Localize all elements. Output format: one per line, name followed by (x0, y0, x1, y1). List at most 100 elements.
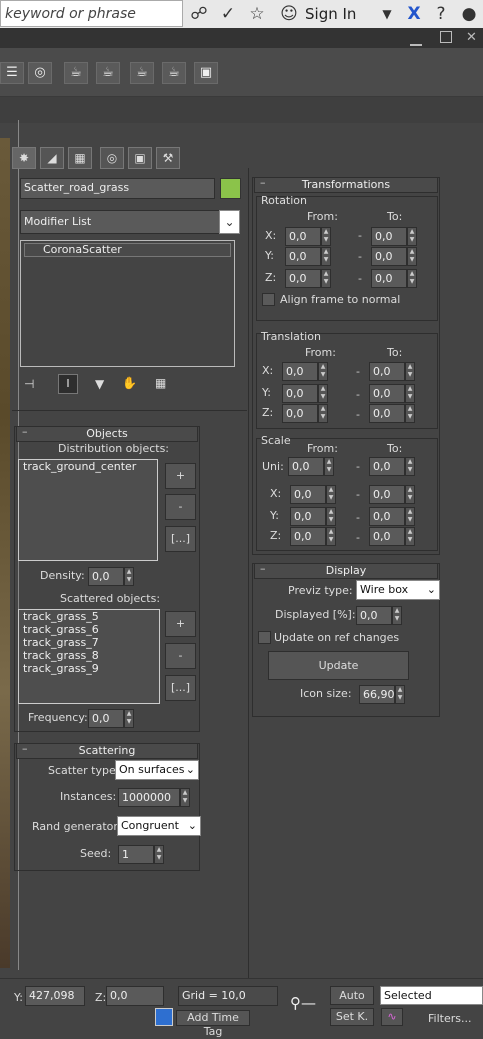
spinner-arrows-icon[interactable]: ▲ ▼ (407, 269, 417, 288)
spinner-arrows-icon[interactable]: ▲ ▼ (321, 227, 331, 246)
spinner-arrows-icon[interactable]: ▲ ▼ (154, 845, 164, 864)
spinner-arrows-icon[interactable]: ▲ ▼ (405, 362, 415, 381)
layer-manager-icon[interactable]: ☰ (0, 62, 24, 84)
minimize-icon[interactable] (410, 32, 422, 46)
schematic-icon[interactable]: ◎ (28, 62, 52, 84)
list-item[interactable]: track_grass_7 (19, 636, 159, 649)
key-icon[interactable]: ⚲— (290, 994, 316, 1012)
spinner-arrows-icon[interactable]: ▲ ▼ (318, 384, 328, 403)
rand-generator-dropdown[interactable]: Congruent ⌄ (117, 816, 201, 836)
rotation-z-from[interactable]: 0,0 ▲ ▼ (285, 269, 331, 288)
chevron-down-icon[interactable]: ⌄ (219, 210, 240, 234)
scattered-list[interactable]: track_grass_5 track_grass_6 track_grass_… (18, 609, 160, 704)
scale-uni-to-value[interactable]: 0,0 (369, 457, 405, 476)
list-item[interactable]: track_grass_6 (19, 623, 159, 636)
spinner-arrows-icon[interactable]: ▲ ▼ (405, 485, 415, 504)
scale-y-from-value[interactable]: 0,0 (290, 507, 326, 526)
translation-y-to[interactable]: 0,0 ▲ ▼ (369, 384, 415, 403)
auto-key-button[interactable]: Auto (330, 986, 374, 1005)
add-scattered-button[interactable]: + (165, 611, 196, 637)
spinner-arrows-icon[interactable]: ▲ ▼ (405, 507, 415, 526)
more-icon[interactable]: ● (458, 3, 480, 25)
rotation-x-from[interactable]: 0,0 ▲ ▼ (285, 227, 331, 246)
frequency-value[interactable]: 0,0 (88, 709, 124, 728)
create-tab-icon[interactable]: ✸ (12, 147, 36, 169)
help-icon[interactable]: ? (430, 3, 452, 25)
spinner-arrows-icon[interactable]: ▲ ▼ (405, 404, 415, 423)
rotation-x-from-value[interactable]: 0,0 (285, 227, 321, 246)
render-window-icon[interactable]: ▣ (194, 62, 218, 84)
display-tab-icon[interactable]: ▣ (128, 147, 152, 169)
spinner-arrows-icon[interactable]: ▲ ▼ (326, 485, 336, 504)
spinner-arrows-icon[interactable]: ▲ ▼ (407, 247, 417, 266)
display-rollout-title[interactable]: – Display (254, 562, 438, 579)
rotation-z-to-value[interactable]: 0,0 (371, 269, 407, 288)
update-on-ref-checkbox[interactable] (258, 631, 271, 644)
modify-tab-icon[interactable]: ◢ (40, 147, 64, 169)
remove-modifier-icon[interactable]: ✋ (122, 376, 137, 390)
remove-scattered-button[interactable]: - (165, 643, 196, 669)
render-production-icon[interactable]: ☕ (162, 62, 186, 84)
update-button[interactable]: Update (268, 651, 409, 680)
spinner-arrows-icon[interactable]: ▲ ▼ (324, 457, 334, 476)
spinner-arrows-icon[interactable]: ▲ ▼ (318, 362, 328, 381)
exchange-icon[interactable]: X (403, 3, 425, 25)
rotation-y-to[interactable]: 0,0 ▲ ▼ (371, 247, 417, 266)
spinner-arrows-icon[interactable]: ▲ ▼ (405, 384, 415, 403)
spinner-arrows-icon[interactable]: ▲ ▼ (326, 527, 336, 546)
more-scattered-button[interactable]: [...] (165, 675, 196, 701)
translation-y-from-value[interactable]: 0,0 (282, 384, 318, 403)
spinner-arrows-icon[interactable]: ▲ ▼ (407, 227, 417, 246)
stack-item[interactable]: CoronaScatter (24, 243, 231, 257)
show-end-result-icon[interactable]: I (58, 374, 78, 394)
scale-uni-to[interactable]: 0,0 ▲ ▼ (369, 457, 415, 476)
objects-rollout-title[interactable]: – Objects (16, 425, 198, 442)
translation-y-from[interactable]: 0,0 ▲ ▼ (282, 384, 328, 403)
scale-uni-from-value[interactable]: 0,0 (288, 457, 324, 476)
close-icon[interactable]: ✕ (466, 30, 477, 45)
scale-z-to[interactable]: 0,0 ▲ ▼ (369, 527, 415, 546)
rotation-z-from-value[interactable]: 0,0 (285, 269, 321, 288)
displayed-percent-spinner[interactable]: 0,0 ▲ ▼ (356, 606, 402, 625)
density-spinner[interactable]: 0,0 ▲ ▼ (88, 567, 134, 586)
scale-x-from[interactable]: 0,0 ▲ ▼ (290, 485, 336, 504)
translation-y-to-value[interactable]: 0,0 (369, 384, 405, 403)
more-distribution-button[interactable]: [...] (165, 526, 196, 552)
spinner-arrows-icon[interactable]: ▲ ▼ (326, 507, 336, 526)
transformations-rollout-title[interactable]: – Transformations (254, 176, 438, 193)
translation-z-from[interactable]: 0,0 ▲ ▼ (282, 404, 328, 423)
list-item[interactable]: track_grass_9 (19, 662, 159, 675)
motion-tab-icon[interactable]: ◎ (100, 147, 124, 169)
rotation-x-to[interactable]: 0,0 ▲ ▼ (371, 227, 417, 246)
scale-z-to-value[interactable]: 0,0 (369, 527, 405, 546)
displayed-percent-value[interactable]: 0,0 (356, 606, 392, 625)
time-tag-icon[interactable] (155, 1008, 173, 1026)
spinner-arrows-icon[interactable]: ▲ ▼ (392, 606, 402, 625)
density-value[interactable]: 0,0 (88, 567, 124, 586)
list-item[interactable]: track_grass_5 (19, 610, 159, 623)
translation-x-to[interactable]: 0,0 ▲ ▼ (369, 362, 415, 381)
rotation-y-from-value[interactable]: 0,0 (285, 247, 321, 266)
translation-x-to-value[interactable]: 0,0 (369, 362, 405, 381)
translation-x-from-value[interactable]: 0,0 (282, 362, 318, 381)
spinner-arrows-icon[interactable]: ▲ ▼ (321, 247, 331, 266)
spinner-arrows-icon[interactable]: ▲ ▼ (321, 269, 331, 288)
icon-size-spinner[interactable]: 66,90 ▲ ▼ (359, 685, 405, 704)
search-input[interactable]: keyword or phrase (0, 0, 183, 27)
spinner-arrows-icon[interactable]: ▲ ▼ (318, 404, 328, 423)
spinner-arrows-icon[interactable]: ▲ ▼ (180, 788, 190, 807)
seed-value[interactable]: 1 (118, 845, 154, 864)
sign-in-link[interactable]: Sign In (305, 4, 356, 24)
scale-uni-from[interactable]: 0,0 ▲ ▼ (288, 457, 334, 476)
previz-type-dropdown[interactable]: Wire box ⌄ (356, 580, 440, 600)
scale-y-from[interactable]: 0,0 ▲ ▼ (290, 507, 336, 526)
star-icon[interactable]: ☆ (246, 3, 268, 25)
scatter-type-dropdown[interactable]: On surfaces ⌄ (115, 760, 199, 780)
hierarchy-tab-icon[interactable]: ▦ (68, 147, 92, 169)
filters-button[interactable]: Filters... (428, 1012, 471, 1025)
add-time-tag-button[interactable]: Add Time Tag (176, 1010, 250, 1038)
rendered-frame-icon[interactable]: ☕ (96, 62, 120, 84)
rotation-y-to-value[interactable]: 0,0 (371, 247, 407, 266)
distribution-list[interactable]: track_ground_center (18, 459, 158, 561)
align-frame-checkbox[interactable] (262, 293, 275, 306)
